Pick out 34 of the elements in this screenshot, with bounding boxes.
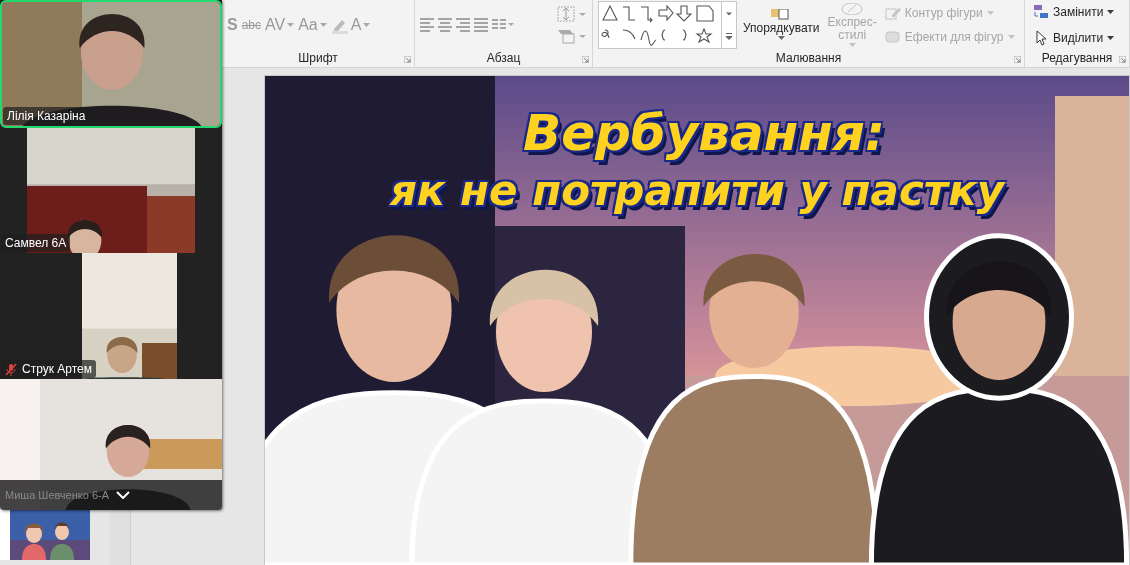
- justify-icon[interactable]: [474, 17, 488, 32]
- slide-title: Вербування:: [523, 104, 885, 162]
- font-tool-button[interactable]: A: [330, 15, 371, 34]
- ribbon-button[interactable]: Замінити: [1031, 1, 1117, 22]
- dialog-launcher-icon[interactable]: [1014, 56, 1021, 63]
- participant-name: Лілія Казаріна: [7, 109, 86, 123]
- cursor-icon[interactable]: [1033, 29, 1049, 46]
- font-tool-button[interactable]: S: [227, 15, 238, 34]
- align-center-icon[interactable]: [438, 17, 452, 32]
- align-text-icon[interactable]: [557, 5, 587, 22]
- replace-icon[interactable]: [1033, 3, 1049, 20]
- font-tool-button[interactable]: abc: [241, 17, 262, 32]
- caret-icon[interactable]: [1107, 35, 1115, 40]
- dialog-launcher-icon[interactable]: [1119, 56, 1126, 63]
- dialog-launcher-icon[interactable]: [404, 56, 411, 63]
- ribbon-button[interactable]: Виділити: [1031, 27, 1117, 48]
- caret-icon[interactable]: [777, 36, 785, 40]
- dialog-launcher-icon[interactable]: [582, 56, 589, 63]
- muted-mic-icon: [5, 362, 17, 376]
- ribbon-button[interactable]: Упорядкувати: [741, 9, 822, 40]
- group-label: Малювання: [775, 51, 842, 65]
- group-label: Шрифт: [298, 51, 338, 65]
- group-label: Абзац: [486, 51, 521, 65]
- align-right-icon[interactable]: [456, 17, 470, 32]
- group-label: Редагування: [1041, 51, 1113, 65]
- smartart-icon[interactable]: [557, 27, 587, 44]
- caret-icon[interactable]: [1107, 9, 1115, 14]
- align-left-icon[interactable]: [420, 17, 434, 32]
- columns-icon[interactable]: [492, 17, 514, 32]
- font-tool-button[interactable]: Aa: [298, 15, 327, 34]
- font-tool-button[interactable]: AV: [265, 15, 295, 34]
- shapes-gallery[interactable]: [598, 0, 737, 49]
- slide-title: як не потрапити у пастку: [389, 166, 1005, 215]
- participant-name: Струк Артем: [22, 362, 92, 376]
